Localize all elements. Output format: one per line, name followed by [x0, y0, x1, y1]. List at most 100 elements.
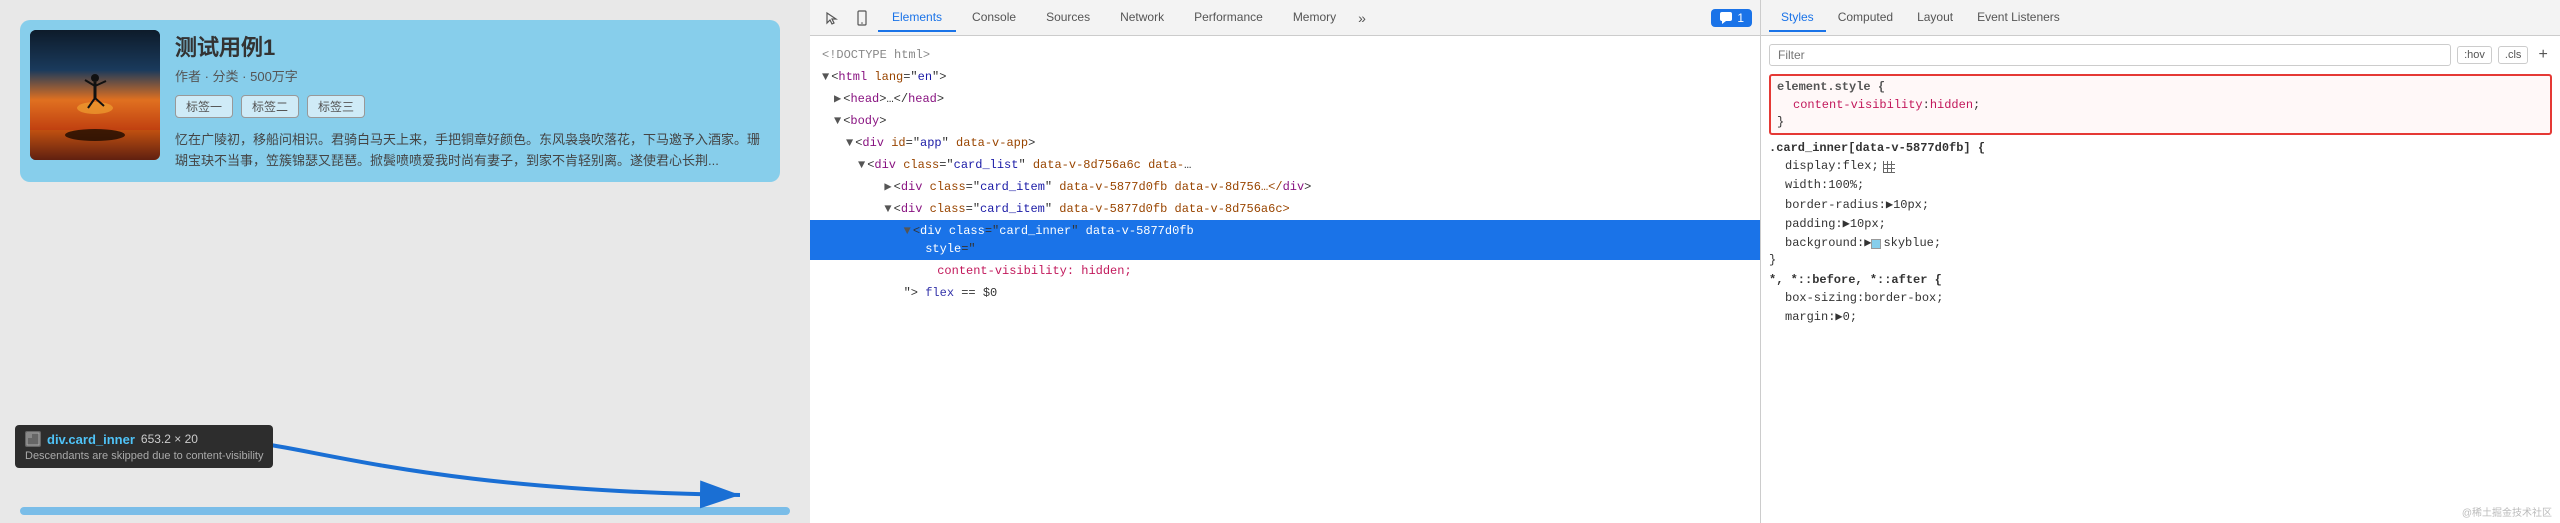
- tab-styles[interactable]: Styles: [1769, 4, 1826, 32]
- cls-toggle-btn[interactable]: .cls: [2498, 46, 2529, 64]
- skyblue-swatch[interactable]: [1871, 239, 1881, 249]
- html-tree: <!DOCTYPE html> <html lang="en"> <head>……: [810, 36, 1760, 523]
- universal-body: box-sizing : border-box ; margin : ▶ 0 ;: [1769, 289, 2552, 327]
- prop-name-background: background: [1785, 234, 1857, 253]
- flex-layout-icon[interactable]: [1883, 161, 1895, 173]
- element-style-selector: element.style {: [1777, 80, 2544, 94]
- devtools-panel: Elements Console Sources Network Perform…: [810, 0, 1760, 523]
- card-title: 测试用例1: [175, 30, 770, 62]
- prop-value-hidden: hidden: [1930, 96, 1973, 115]
- tab-computed[interactable]: Computed: [1826, 4, 1905, 32]
- web-page-panel: 测试用例1 作者 · 分类 · 500万字 标签一 标签二 标签三 忆在广陵初，…: [0, 0, 810, 523]
- tab-event-listeners[interactable]: Event Listeners: [1965, 4, 2072, 32]
- inspect-cursor-icon: [824, 10, 840, 26]
- card-tags: 标签一 标签二 标签三: [175, 95, 770, 118]
- tooltip-title-row: div.card_inner 653.2 × 20: [25, 431, 263, 447]
- tab-memory[interactable]: Memory: [1279, 4, 1350, 32]
- prop-triangle-m: ▶: [1835, 308, 1842, 327]
- tab-network[interactable]: Network: [1106, 4, 1178, 32]
- prop-triangle-p: ▶: [1843, 215, 1850, 234]
- prop-value-flex: flex: [1843, 157, 1872, 176]
- prop-name-box-sizing: box-sizing: [1785, 289, 1857, 308]
- tooltip-element-size: 653.2 × 20: [141, 432, 198, 446]
- card-component: 测试用例1 作者 · 分类 · 500万字 标签一 标签二 标签三 忆在广陵初，…: [20, 20, 780, 182]
- tag-1: 标签一: [175, 95, 233, 118]
- prop-value-padding: 10px: [1850, 215, 1879, 234]
- prop-value-margin: 0: [1843, 308, 1850, 327]
- prop-value-background: skyblue: [1883, 234, 1933, 253]
- element-style-rule: element.style { content-visibility : hid…: [1769, 74, 2552, 135]
- element-tooltip: div.card_inner 653.2 × 20 Descendants ar…: [15, 425, 273, 468]
- tree-head: <head>…</head>: [810, 88, 1760, 110]
- prop-value-border-radius: 10px: [1893, 196, 1922, 215]
- prop-triangle-bg: ▶: [1864, 234, 1871, 253]
- tree-doctype: <!DOCTYPE html>: [810, 44, 1760, 66]
- tree-card-inner-selected[interactable]: <div class="card_inner" data-v-5877d0fb …: [810, 220, 1760, 260]
- chat-icon: [1719, 11, 1733, 25]
- card-content: 测试用例1 作者 · 分类 · 500万字 标签一 标签二 标签三 忆在广陵初，…: [175, 30, 770, 172]
- card-inner-selector: .card_inner[data-v-5877d0fb] {: [1769, 141, 2552, 155]
- styles-panel: Styles Computed Layout Event Listeners :…: [1760, 0, 2560, 523]
- mobile-icon-btn[interactable]: [848, 4, 876, 32]
- element-type-icon: [26, 432, 40, 446]
- tree-html: <html lang="en">: [810, 66, 1760, 88]
- card-meta: 作者 · 分类 · 500万字: [175, 66, 770, 85]
- card-image: [30, 30, 160, 160]
- styles-tab-bar: Styles Computed Layout Event Listeners: [1761, 0, 2560, 36]
- tab-console[interactable]: Console: [958, 4, 1030, 32]
- prop-value-width: 100%: [1828, 176, 1857, 195]
- tree-card-inner-style: content-visibility: hidden;: [810, 260, 1760, 282]
- card-inner: 测试用例1 作者 · 分类 · 500万字 标签一 标签二 标签三 忆在广陵初，…: [30, 30, 770, 172]
- universal-style-rule: *, *::before, *::after { box-sizing : bo…: [1769, 273, 2552, 327]
- card-inner-style-rule: .card_inner[data-v-5877d0fb] { display :…: [1769, 141, 2552, 267]
- prop-name-display: display: [1785, 157, 1835, 176]
- tab-sources[interactable]: Sources: [1032, 4, 1104, 32]
- margin-prop: margin : ▶ 0 ;: [1785, 308, 2552, 327]
- add-style-btn[interactable]: +: [2534, 46, 2552, 64]
- tree-app-div: <div id="app" data-v-app>: [810, 132, 1760, 154]
- background-prop: background : ▶ skyblue ;: [1785, 234, 2552, 253]
- tree-card-item-1: <div class="card_item" data-v-5877d0fb d…: [810, 176, 1760, 198]
- prop-semicolon: ;: [1973, 96, 1980, 115]
- prop-name-width: width: [1785, 176, 1821, 195]
- prop-name-padding: padding: [1785, 215, 1835, 234]
- width-prop: width : 100% ;: [1785, 176, 2552, 195]
- card-image-svg: [30, 30, 160, 160]
- universal-selector: *, *::before, *::after {: [1769, 273, 2552, 287]
- prop-name-border-radius: border-radius: [1785, 196, 1879, 215]
- arrow-indicator: [200, 430, 760, 513]
- styles-filter-input[interactable]: [1769, 44, 2451, 66]
- tab-layout[interactable]: Layout: [1905, 4, 1965, 32]
- device-toggle-icon: [854, 10, 870, 26]
- watermark: @稀土掘金技术社区: [2462, 504, 2552, 519]
- styles-content: :hov .cls + element.style { content-visi…: [1761, 36, 2560, 523]
- display-prop: display : flex ;: [1785, 157, 2552, 176]
- card-inner-body: display : flex ; width : 100% ; border-r…: [1769, 157, 2552, 253]
- element-icon: [25, 431, 41, 447]
- tree-card-item-2: <div class="card_item" data-v-5877d0fb d…: [810, 198, 1760, 220]
- devtools-tab-bar: Elements Console Sources Network Perform…: [810, 0, 1760, 36]
- chat-icon-btn[interactable]: 1: [1711, 9, 1752, 27]
- tooltip-description: Descendants are skipped due to content-v…: [25, 450, 263, 462]
- prop-triangle-br: ▶: [1886, 196, 1893, 215]
- tab-elements[interactable]: Elements: [878, 4, 956, 32]
- tree-body: <body>: [810, 110, 1760, 132]
- card-inner-close: }: [1769, 253, 2552, 267]
- hov-toggle-btn[interactable]: :hov: [2457, 46, 2492, 64]
- element-style-body: content-visibility : hidden ;: [1777, 96, 2544, 115]
- border-radius-prop: border-radius : ▶ 10px ;: [1785, 196, 2552, 215]
- prop-value-box-sizing: border-box: [1864, 289, 1936, 308]
- tab-performance[interactable]: Performance: [1180, 4, 1277, 32]
- box-sizing-prop: box-sizing : border-box ;: [1785, 289, 2552, 308]
- content-visibility-prop: content-visibility : hidden ;: [1793, 96, 2544, 115]
- inspect-icon-btn[interactable]: [818, 4, 846, 32]
- prop-name-content-visibility: content-visibility: [1793, 96, 1923, 115]
- more-tabs-btn[interactable]: »: [1352, 6, 1372, 30]
- prop-name-margin: margin: [1785, 308, 1828, 327]
- tree-flex-ref: "> flex == $0: [810, 282, 1760, 304]
- padding-prop: padding : ▶ 10px ;: [1785, 215, 2552, 234]
- filter-row: :hov .cls +: [1769, 44, 2552, 66]
- tree-card-list: <div class="card_list" data-v-8d756a6c d…: [810, 154, 1760, 176]
- blue-arrow-svg: [200, 430, 760, 510]
- tag-2: 标签二: [241, 95, 299, 118]
